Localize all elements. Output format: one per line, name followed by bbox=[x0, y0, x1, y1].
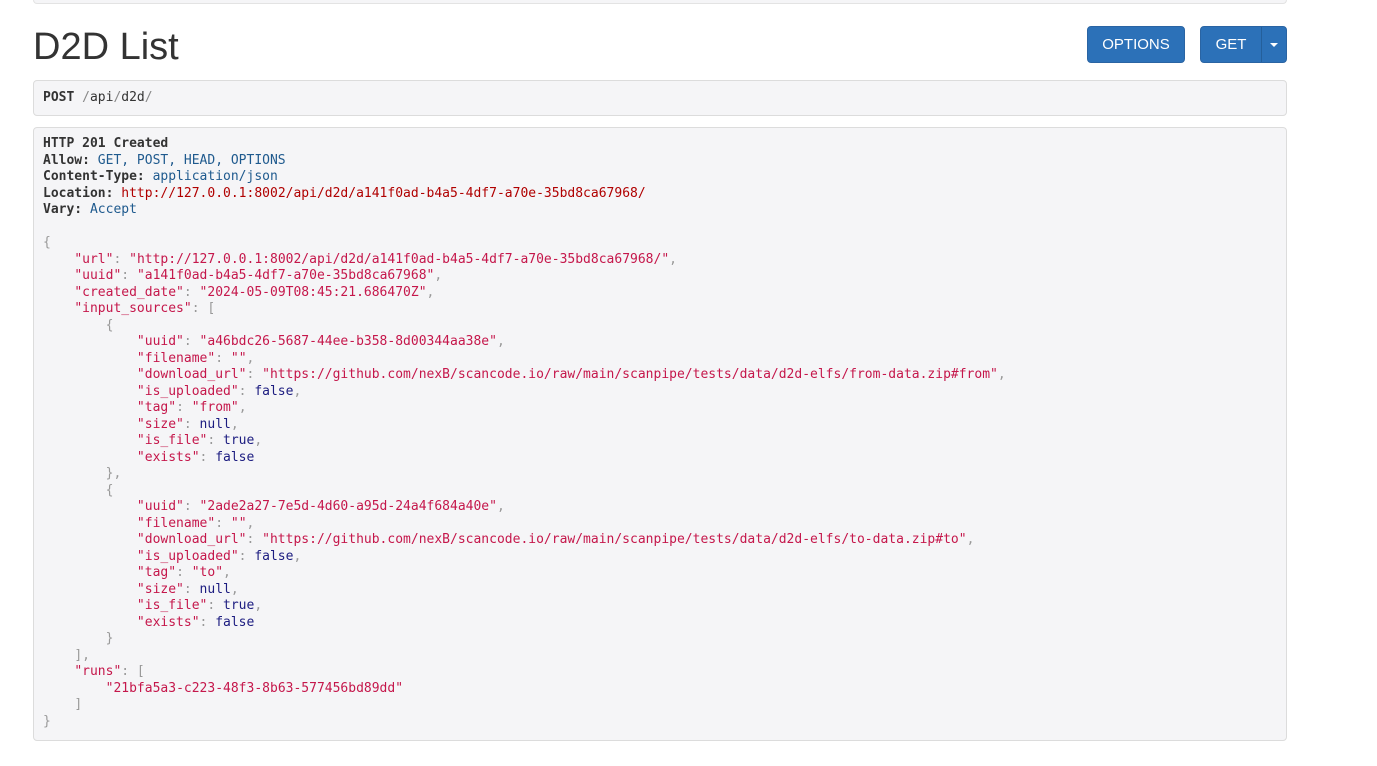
top-divider bbox=[33, 0, 1287, 4]
request-path-segment: d2d bbox=[121, 90, 145, 105]
header-key: Location: bbox=[43, 185, 114, 201]
caret-down-icon bbox=[1270, 42, 1278, 47]
response-status: HTTP 201 Created bbox=[43, 136, 169, 151]
header-key: Allow: bbox=[43, 152, 90, 168]
header-value: GET, POST, HEAD, OPTIONS bbox=[97, 152, 286, 168]
url-link[interactable]: http://127.0.0.1:8002/api/d2d/a141f0ad-b… bbox=[137, 252, 661, 267]
request-info: POST /api/d2d/ bbox=[33, 80, 1287, 116]
header-key: Content-Type: bbox=[43, 169, 145, 184]
json-value: a141f0ad-b4a5-4df7-a70e-35bd8ca67968 bbox=[144, 268, 427, 283]
json-value: 21bfa5a3-c223-48f3-8b63-577456bd89dd bbox=[113, 680, 396, 696]
json-open-brace: { bbox=[43, 235, 51, 250]
request-path-segment: api bbox=[89, 90, 114, 105]
header-key: Vary: bbox=[43, 202, 83, 217]
get-format-dropdown-toggle[interactable] bbox=[1262, 27, 1286, 62]
get-button-group: GET bbox=[1200, 26, 1287, 63]
json-value: 2ade2a27-7e5d-4d60-a95d-24a4f684a40e bbox=[207, 499, 490, 514]
json-value: a46bdc26-5687-44ee-b358-8d00344aa38e bbox=[207, 334, 490, 349]
json-value: from bbox=[199, 400, 231, 415]
page-title: D2D List bbox=[33, 26, 179, 68]
json-value: true bbox=[223, 433, 255, 448]
request-method: POST bbox=[43, 90, 75, 105]
json-value: false bbox=[254, 548, 294, 564]
header-value: Accept bbox=[89, 202, 137, 217]
download-url-link[interactable]: https://github.com/nexB/scancode.io/raw/… bbox=[270, 367, 990, 382]
header-value: application/json bbox=[152, 169, 278, 184]
json-value: null bbox=[199, 416, 231, 432]
json-value: 2024-05-09T08:45:21.686470Z bbox=[207, 284, 419, 300]
json-value: false bbox=[254, 383, 294, 399]
json-value: false bbox=[215, 614, 255, 630]
json-close-brace: } bbox=[43, 713, 51, 729]
json-value: null bbox=[199, 581, 231, 597]
response-info: HTTP 201 Created Allow: GET, POST, HEAD, … bbox=[33, 127, 1287, 741]
download-url-link[interactable]: https://github.com/nexB/scancode.io/raw/… bbox=[270, 532, 959, 547]
location-link[interactable]: http://127.0.0.1:8002/api/d2d/a141f0ad-b… bbox=[121, 186, 645, 201]
json-value: true bbox=[223, 598, 255, 613]
json-value: to bbox=[199, 565, 216, 580]
options-button[interactable]: OPTIONS bbox=[1087, 26, 1185, 63]
get-button[interactable]: GET bbox=[1201, 27, 1262, 62]
json-value: false bbox=[215, 449, 255, 465]
